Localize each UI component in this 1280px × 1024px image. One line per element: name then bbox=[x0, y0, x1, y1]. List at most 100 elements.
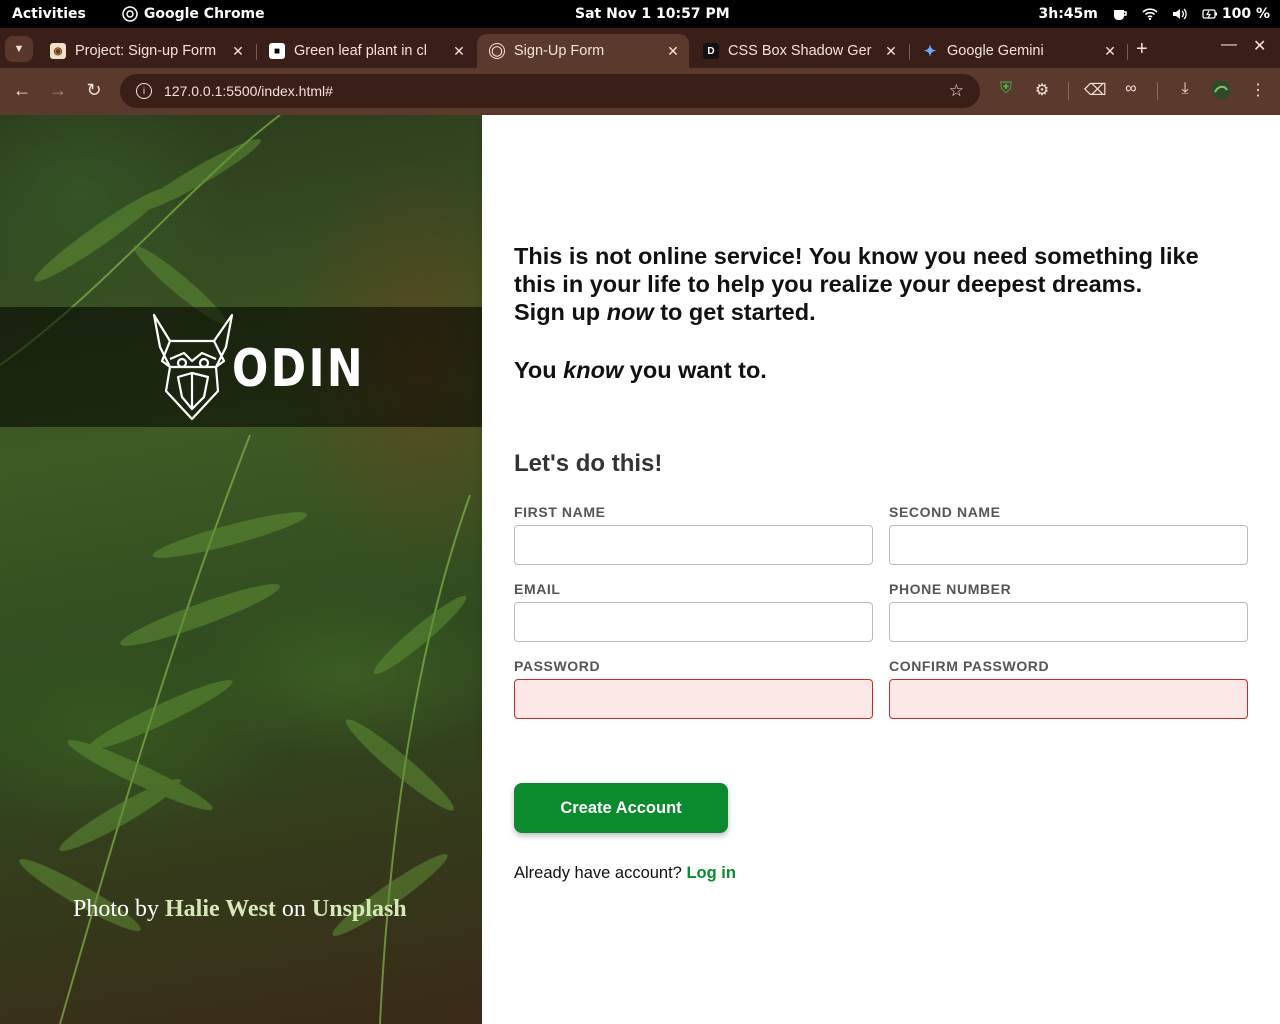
site-info-icon[interactable]: i bbox=[136, 83, 152, 99]
form-actions: Create Account Already have account? Log… bbox=[482, 750, 1280, 1024]
avatar-icon bbox=[1211, 80, 1231, 100]
intro-line-3-pre: You bbox=[514, 357, 564, 383]
tab-signup-form[interactable]: ◯ Sign-Up Form ✕ bbox=[477, 34, 689, 68]
battery-icon bbox=[1202, 9, 1217, 19]
close-icon[interactable]: ✕ bbox=[881, 43, 901, 60]
tab-strip: ▼ ◉ Project: Sign-up Form ✕ ■ Green leaf… bbox=[0, 28, 1280, 68]
toolbar-divider bbox=[1068, 82, 1069, 100]
back-button[interactable]: ← bbox=[10, 80, 34, 101]
confirm-password-label: CONFIRM PASSWORD bbox=[889, 658, 1050, 674]
system-tray[interactable]: 3h:45m 100 % bbox=[1038, 0, 1270, 28]
web-page: ODIN Photo by Halie West on Unsplash Thi… bbox=[0, 115, 1280, 1024]
minimize-button[interactable]: — bbox=[1221, 36, 1237, 54]
browser-toolbar: ← → ↻ i 127.0.0.1:5500/index.html# ☆ ⛨ ⚙… bbox=[0, 68, 1280, 115]
system-top-bar: Activities Google Chrome Sat Nov 1 10:57… bbox=[0, 0, 1280, 28]
cssgen-favicon: D bbox=[703, 43, 719, 59]
intro-paragraph: This is not online service! You know you… bbox=[514, 242, 1234, 326]
confirm-password-input[interactable] bbox=[889, 679, 1248, 719]
fern-photo bbox=[0, 115, 471, 1024]
toolbar-divider bbox=[1157, 82, 1158, 100]
reload-button[interactable]: ↻ bbox=[82, 80, 106, 101]
kebab-menu-icon[interactable]: ⋮ bbox=[1247, 80, 1269, 100]
bookmark-star-icon[interactable]: ☆ bbox=[949, 81, 964, 101]
tab-title: CSS Box Shadow Ger bbox=[728, 43, 872, 59]
odin-logo-icon bbox=[152, 313, 234, 421]
app-name: Google Chrome bbox=[143, 6, 265, 22]
tab-css-box-shadow[interactable]: D CSS Box Shadow Ger ✕ bbox=[691, 34, 907, 68]
chevron-down-icon: ▼ bbox=[13, 43, 25, 55]
shield-icon[interactable]: ⛨ bbox=[995, 80, 1017, 98]
tab-search-button[interactable]: ▼ bbox=[5, 36, 33, 62]
forward-button[interactable]: → bbox=[46, 80, 70, 101]
extensions-puzzle-icon[interactable]: ⚙ bbox=[1031, 80, 1053, 100]
reload-icon: ↻ bbox=[86, 80, 102, 100]
close-icon[interactable]: ✕ bbox=[663, 43, 683, 60]
trash-icon[interactable]: ⌫ bbox=[1084, 80, 1107, 100]
photo-credit: Photo by Halie West on Unsplash bbox=[73, 896, 407, 923]
credit-site-link[interactable]: Unsplash bbox=[312, 896, 407, 922]
tab-green-leaf[interactable]: ■ Green leaf plant in cl ✕ bbox=[257, 34, 475, 68]
intro-tagline: You know you want to. bbox=[514, 357, 767, 384]
tab-separator bbox=[1127, 44, 1128, 60]
link-icon[interactable]: ∞ bbox=[1120, 80, 1142, 98]
first-name-input[interactable] bbox=[514, 525, 873, 565]
create-account-button[interactable]: Create Account bbox=[514, 783, 728, 833]
battery-time: 3h:45m bbox=[1038, 6, 1098, 22]
logo-band: ODIN bbox=[0, 307, 482, 427]
second-name-input[interactable] bbox=[889, 525, 1248, 565]
clock[interactable]: Sat Nov 1 10:57 PM bbox=[575, 6, 730, 22]
gemini-icon: ✦ bbox=[923, 43, 937, 60]
signup-content: This is not online service! You know you… bbox=[482, 115, 1280, 1024]
email-input[interactable] bbox=[514, 602, 873, 642]
odin-favicon: ◉ bbox=[50, 43, 66, 59]
hero-image: ODIN Photo by Halie West on Unsplash bbox=[0, 115, 482, 1024]
tab-google-gemini[interactable]: ✦ Google Gemini ✕ bbox=[910, 34, 1126, 68]
intro-line-2-pre: Sign up bbox=[514, 299, 607, 325]
app-menu[interactable]: Google Chrome bbox=[122, 6, 265, 22]
intro-line-3-emphasis: know bbox=[563, 357, 624, 383]
url-text: 127.0.0.1:5500/index.html# bbox=[164, 83, 333, 99]
form-title: Let's do this! bbox=[514, 450, 663, 477]
password-input[interactable] bbox=[514, 679, 873, 719]
signup-form-card: This is not online service! You know you… bbox=[482, 115, 1280, 750]
login-link[interactable]: Log in bbox=[686, 864, 735, 882]
second-name-label: SECOND NAME bbox=[889, 504, 1001, 520]
intro-line-2-emphasis: now bbox=[606, 299, 654, 325]
intro-line-2-post: to get started. bbox=[653, 299, 816, 325]
first-name-label: FIRST NAME bbox=[514, 504, 606, 520]
close-icon[interactable]: ✕ bbox=[449, 43, 469, 60]
close-icon[interactable]: ✕ bbox=[1100, 43, 1120, 60]
password-label: PASSWORD bbox=[514, 658, 601, 674]
close-icon[interactable]: ✕ bbox=[228, 43, 248, 60]
phone-number-input[interactable] bbox=[889, 602, 1248, 642]
tab-project-signup[interactable]: ◉ Project: Sign-up Form ✕ bbox=[38, 34, 254, 68]
new-tab-button[interactable]: + bbox=[1136, 38, 1148, 61]
address-bar[interactable]: i 127.0.0.1:5500/index.html# ☆ bbox=[120, 74, 980, 108]
odin-logo-text: ODIN bbox=[232, 339, 366, 399]
battery-percent: 100 % bbox=[1221, 6, 1270, 22]
profile-avatar[interactable] bbox=[1210, 80, 1232, 105]
credit-mid: on bbox=[275, 896, 312, 922]
close-window-button[interactable]: ✕ bbox=[1253, 36, 1266, 56]
phone-number-label: PHONE NUMBER bbox=[889, 581, 1012, 597]
globe-icon: ◯ bbox=[489, 43, 505, 59]
intro-line-3-post: you want to. bbox=[623, 357, 767, 383]
tab-title: Sign-Up Form bbox=[514, 43, 605, 59]
credit-prefix: Photo by bbox=[73, 896, 166, 922]
email-label: EMAIL bbox=[514, 581, 561, 597]
tab-title: Google Gemini bbox=[947, 43, 1044, 59]
wifi-icon bbox=[1142, 8, 1158, 21]
credit-author-link[interactable]: Halie West bbox=[165, 896, 276, 922]
login-prompt-text: Already have account? bbox=[514, 864, 687, 882]
download-icon[interactable]: ⤓ bbox=[1174, 80, 1196, 98]
chrome-icon bbox=[122, 6, 138, 22]
arrow-right-icon: → bbox=[49, 80, 67, 100]
unsplash-favicon: ■ bbox=[269, 43, 285, 59]
coffee-icon bbox=[1113, 10, 1127, 20]
activities-button[interactable]: Activities bbox=[12, 6, 86, 22]
tab-title: Project: Sign-up Form bbox=[75, 43, 217, 59]
volume-icon bbox=[1172, 8, 1187, 20]
tab-title: Green leaf plant in cl bbox=[294, 43, 427, 59]
login-prompt: Already have account? Log in bbox=[514, 864, 736, 883]
intro-line-1: This is not online service! You know you… bbox=[514, 243, 1199, 297]
